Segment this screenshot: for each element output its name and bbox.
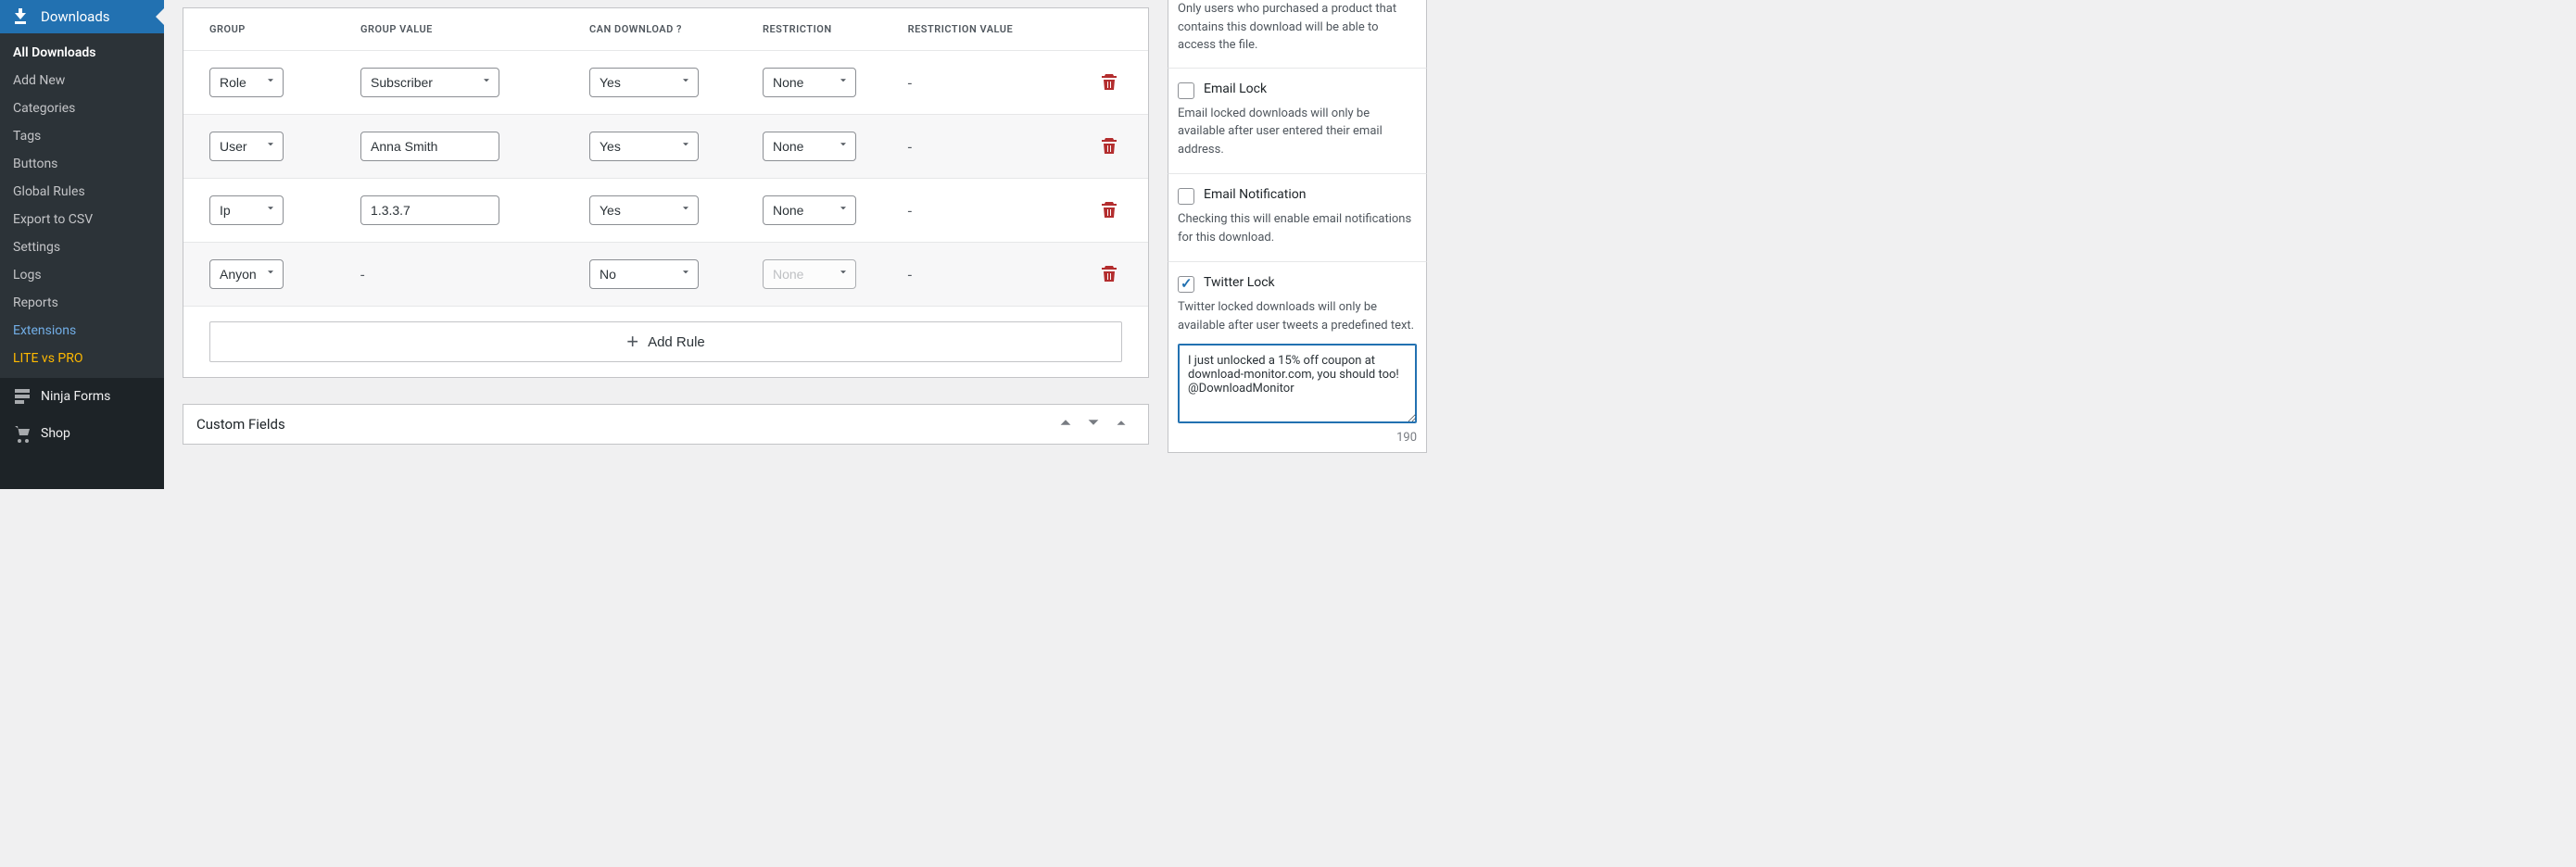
sidebar-item[interactable]: Tags <box>0 122 164 150</box>
cart-icon <box>13 424 32 443</box>
rule-select[interactable]: Yes <box>589 68 699 97</box>
restriction-value: - <box>908 266 912 283</box>
rule-select[interactable]: Yes <box>589 132 699 161</box>
rule-select[interactable]: None <box>763 195 856 225</box>
sidebar-other-items: Ninja Forms Shop <box>0 378 164 452</box>
twitter-lock-option: Twitter Lock Twitter locked downloads wi… <box>1168 261 1427 453</box>
tweet-text-input[interactable] <box>1178 344 1417 423</box>
col-group: GROUP <box>183 8 335 51</box>
delete-rule-button[interactable] <box>1096 132 1122 161</box>
sidebar-item[interactable]: Categories <box>0 94 164 122</box>
twitter-lock-checkbox[interactable] <box>1178 276 1194 293</box>
move-up-button[interactable] <box>1052 414 1080 434</box>
custom-fields-title: Custom Fields <box>196 416 285 433</box>
email-notification-label: Email Notification <box>1204 187 1307 202</box>
right-sidebar: Only users who purchased a product that … <box>1168 0 1446 489</box>
add-rule-button[interactable]: + Add Rule <box>209 321 1122 362</box>
sidebar-section-label: Downloads <box>41 8 110 25</box>
delete-rule-button[interactable] <box>1096 196 1122 225</box>
toggle-panel-button[interactable] <box>1107 414 1135 434</box>
admin-sidebar: Downloads All DownloadsAdd NewCategories… <box>0 0 164 489</box>
plus-icon: + <box>626 332 638 352</box>
sidebar-item[interactable]: Reports <box>0 289 164 317</box>
sidebar-item[interactable]: Export to CSV <box>0 206 164 233</box>
trash-icon <box>1100 207 1118 221</box>
sidebar-item[interactable]: LITE vs PRO <box>0 345 164 372</box>
trash-icon <box>1100 144 1118 157</box>
sidebar-item[interactable]: Ninja Forms <box>0 378 164 415</box>
rules-table: GROUP GROUP VALUE CAN DOWNLOAD ? RESTRIC… <box>183 8 1148 377</box>
sidebar-item[interactable]: Add New <box>0 67 164 94</box>
email-notification-option: Email Notification Checking this will en… <box>1168 173 1427 261</box>
trash-icon <box>1100 271 1118 285</box>
group-value-input[interactable] <box>360 195 499 225</box>
table-row: Role Subscriber Yes None - <box>183 51 1148 115</box>
table-row: User Yes None - <box>183 115 1148 179</box>
tweet-char-count: 190 <box>1178 431 1417 445</box>
sidebar-item[interactable]: Settings <box>0 233 164 261</box>
delete-rule-button[interactable] <box>1096 260 1122 289</box>
sidebar-item[interactable]: Extensions <box>0 317 164 345</box>
email-lock-option: Email Lock Email locked downloads will o… <box>1168 68 1427 174</box>
sidebar-current-section[interactable]: Downloads <box>0 0 164 33</box>
delete-rule-button[interactable] <box>1096 69 1122 97</box>
rule-select[interactable]: User <box>209 132 284 161</box>
download-icon <box>13 7 32 26</box>
sidebar-item-label: Shop <box>41 426 70 441</box>
form-icon <box>13 387 32 406</box>
table-row: Anyone - No None - <box>183 243 1148 307</box>
email-lock-checkbox[interactable] <box>1178 82 1194 99</box>
dash: - <box>360 266 364 283</box>
add-rule-label: Add Rule <box>648 334 705 350</box>
sidebar-item[interactable]: Logs <box>0 261 164 289</box>
rule-select[interactable]: None <box>763 259 856 289</box>
sidebar-item-label: Ninja Forms <box>41 389 110 404</box>
sidebar-item[interactable]: Shop <box>0 415 164 452</box>
twitter-lock-desc: Twitter locked downloads will only be av… <box>1178 298 1417 334</box>
rule-select[interactable]: Anyone <box>209 259 284 289</box>
rule-select[interactable]: None <box>763 132 856 161</box>
sidebar-item[interactable]: Buttons <box>0 150 164 178</box>
rule-select[interactable]: Subscriber <box>360 68 499 97</box>
email-notification-checkbox[interactable] <box>1178 188 1194 205</box>
rule-select[interactable]: Role <box>209 68 284 97</box>
members-only-desc: Only users who purchased a product that … <box>1168 0 1427 68</box>
move-down-button[interactable] <box>1080 414 1107 434</box>
group-value-input[interactable] <box>360 132 499 161</box>
sidebar-pointer <box>156 7 165 26</box>
twitter-lock-label: Twitter Lock <box>1204 275 1275 290</box>
custom-fields-metabox: Custom Fields <box>183 404 1149 445</box>
trash-icon <box>1100 80 1118 94</box>
table-row: Ip Yes None - <box>183 179 1148 243</box>
rule-select[interactable]: Yes <box>589 195 699 225</box>
main-content: GROUP GROUP VALUE CAN DOWNLOAD ? RESTRIC… <box>164 0 1168 489</box>
email-lock-desc: Email locked downloads will only be avai… <box>1178 105 1417 159</box>
col-restriction: RESTRICTION <box>737 8 882 51</box>
restriction-value: - <box>908 202 912 220</box>
col-group-value: GROUP VALUE <box>335 8 563 51</box>
restriction-value: - <box>908 138 912 156</box>
rule-select[interactable]: No <box>589 259 699 289</box>
rule-select[interactable]: None <box>763 68 856 97</box>
sidebar-item[interactable]: Global Rules <box>0 178 164 206</box>
sidebar-item[interactable]: All Downloads <box>0 39 164 67</box>
sidebar-submenu: All DownloadsAdd NewCategoriesTagsButton… <box>0 33 164 378</box>
col-restriction-value: RESTRICTION VALUE <box>882 8 1070 51</box>
restriction-value: - <box>908 74 912 92</box>
email-lock-label: Email Lock <box>1204 82 1267 96</box>
rule-select[interactable]: Ip <box>209 195 284 225</box>
col-can-download: CAN DOWNLOAD ? <box>563 8 737 51</box>
rules-metabox: GROUP GROUP VALUE CAN DOWNLOAD ? RESTRIC… <box>183 7 1149 378</box>
email-notification-desc: Checking this will enable email notifica… <box>1178 210 1417 246</box>
